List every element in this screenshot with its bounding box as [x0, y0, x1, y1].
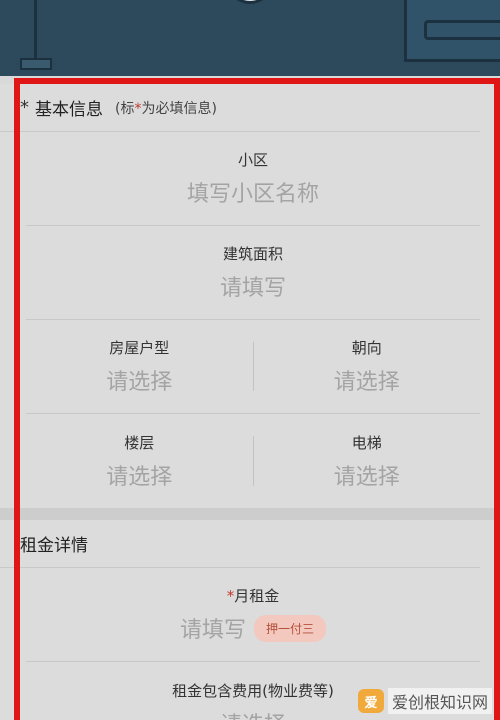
payment-method-tag[interactable]: 押一付三: [254, 614, 327, 642]
watermark: 爱 爱创根知识网: [357, 688, 492, 714]
basic-info-title: 基本信息: [35, 100, 103, 120]
hint-prefix: (标: [115, 100, 135, 117]
section-gap: [0, 508, 500, 520]
orientation-field[interactable]: 朝向 请选择: [254, 320, 481, 413]
orientation-select[interactable]: 请选择: [334, 364, 400, 396]
watermark-logo-icon: 爱: [357, 689, 384, 713]
monthly-rent-input[interactable]: 请填写: [180, 612, 246, 644]
elevator-field[interactable]: 电梯 请选择: [254, 414, 481, 508]
basic-info-section: * 基本信息 (标*为必填信息) 小区 填写小区名称 建筑面积 请填写 房屋户型…: [0, 84, 500, 508]
lamp-base-illustration: [20, 58, 52, 70]
floor-select[interactable]: 请选择: [106, 459, 172, 491]
layout-orientation-row: 房屋户型 请选择 朝向 请选择: [26, 320, 480, 414]
included-fees-select[interactable]: 请选择: [220, 707, 286, 720]
layout-label: 房屋户型: [109, 339, 170, 357]
layout-field[interactable]: 房屋户型 请选择: [26, 320, 253, 413]
community-input[interactable]: 填写小区名称: [187, 176, 319, 208]
section-star: *: [20, 97, 29, 118]
area-field[interactable]: 建筑面积 请填写: [26, 226, 480, 319]
lamp-pole-illustration: [34, 0, 37, 60]
watermark-text: 爱创根知识网: [387, 688, 492, 714]
floor-elevator-row: 楼层 请选择 电梯 请选择: [26, 414, 480, 508]
area-input[interactable]: 请填写: [220, 270, 286, 302]
moon-illustration: [226, 0, 274, 4]
included-fees-label: 租金包含费用(物业费等): [172, 681, 334, 700]
rent-details-header: 租金详情: [0, 520, 480, 568]
area-label: 建筑面积: [222, 245, 283, 263]
elevator-select[interactable]: 请选择: [334, 459, 400, 491]
shelf-inner-illustration: [424, 20, 500, 40]
community-label: 小区: [237, 151, 268, 169]
community-field[interactable]: 小区 填写小区名称: [26, 132, 480, 225]
community-row: 小区 填写小区名称: [26, 132, 480, 226]
hint-suffix: 为必填信息): [141, 100, 217, 117]
orientation-label: 朝向: [351, 339, 382, 357]
layout-select[interactable]: 请选择: [106, 364, 172, 396]
required-hint: (标*为必填信息): [115, 98, 217, 118]
area-row: 建筑面积 请填写: [26, 226, 480, 320]
rental-form: * 基本信息 (标*为必填信息) 小区 填写小区名称 建筑面积 请填写 房屋户型…: [0, 84, 500, 720]
monthly-rent-label: *月租金: [227, 585, 280, 606]
monthly-rent-label-text: 月租金: [234, 587, 280, 605]
rent-details-title: 租金详情: [20, 536, 88, 556]
basic-info-header: * 基本信息 (标*为必填信息): [0, 84, 480, 132]
elevator-label: 电梯: [351, 433, 382, 452]
monthly-rent-field[interactable]: *月租金 请填写 押一付三: [26, 568, 480, 661]
header-banner: [0, 0, 500, 76]
monthly-rent-row: *月租金 请填写 押一付三: [26, 568, 480, 662]
floor-label: 楼层: [124, 433, 155, 452]
monthly-rent-value-wrap: 请填写 押一付三: [180, 612, 327, 644]
floor-field[interactable]: 楼层 请选择: [26, 414, 253, 508]
